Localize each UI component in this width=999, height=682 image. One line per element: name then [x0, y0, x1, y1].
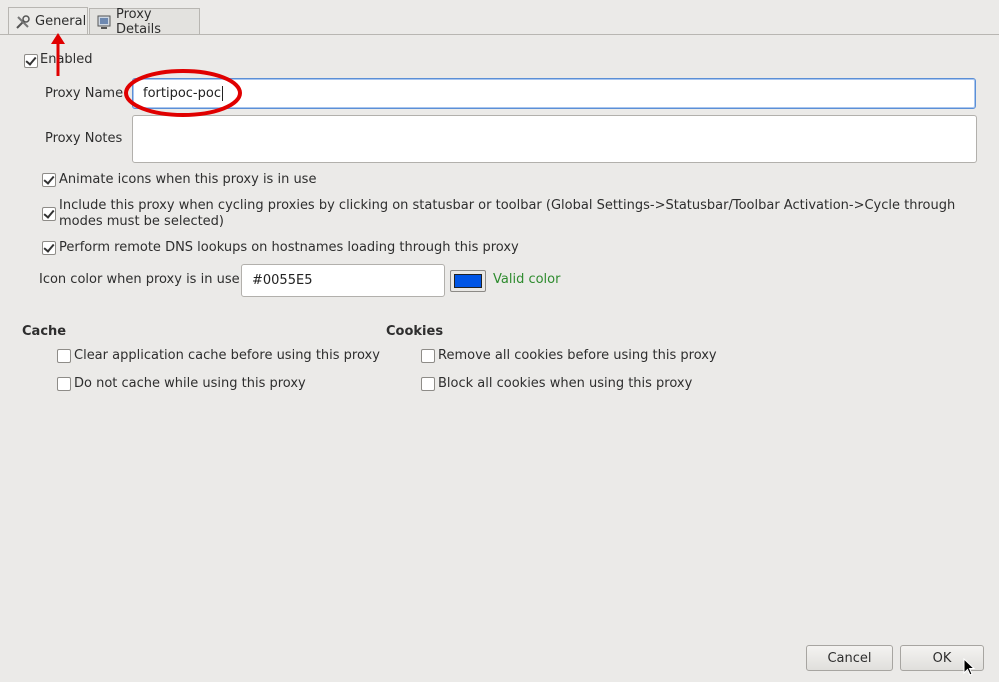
cycle-proxies-label: Include this proxy when cycling proxies … — [59, 198, 956, 229]
icon-color-value: #0055E5 — [252, 273, 313, 288]
color-picker-button[interactable] — [450, 270, 486, 292]
cycle-proxies-checkbox[interactable] — [42, 207, 56, 221]
annotation-ellipse-icon — [124, 69, 242, 117]
tab-proxy-details[interactable]: Proxy Details — [89, 6, 200, 37]
remote-dns-checkbox[interactable] — [42, 241, 56, 255]
tab-divider — [0, 34, 999, 35]
icon-color-input[interactable]: #0055E5 — [241, 264, 445, 297]
color-status-text: Valid color — [493, 272, 561, 287]
monitor-icon — [96, 14, 112, 30]
remove-cookies-label: Remove all cookies before using this pro… — [438, 348, 717, 363]
cache-section-title: Cache — [22, 324, 67, 339]
no-cache-checkbox[interactable] — [57, 377, 71, 391]
tab-label: Proxy Details — [116, 6, 162, 37]
clear-cache-label: Clear application cache before using thi… — [74, 348, 380, 363]
annotation-arrow-icon — [51, 33, 65, 76]
proxy-name-input[interactable]: fortipoc-poc — [132, 78, 976, 109]
block-cookies-checkbox[interactable] — [421, 377, 435, 391]
proxy-notes-textarea[interactable] — [132, 115, 977, 163]
block-cookies-label: Block all cookies when using this proxy — [438, 376, 693, 391]
no-cache-label: Do not cache while using this proxy — [74, 376, 306, 391]
proxy-notes-label: Proxy Notes — [45, 131, 123, 146]
enabled-checkbox[interactable] — [24, 54, 38, 68]
mouse-cursor-icon — [963, 658, 976, 676]
animate-icons-label: Animate icons when this proxy is in use — [59, 172, 317, 187]
cancel-button[interactable]: Cancel — [806, 645, 893, 671]
animate-icons-checkbox[interactable] — [42, 173, 56, 187]
remove-cookies-checkbox[interactable] — [421, 349, 435, 363]
clear-cache-checkbox[interactable] — [57, 349, 71, 363]
tab-label: General — [35, 14, 87, 29]
tools-icon — [15, 14, 31, 30]
icon-color-label: Icon color when proxy is in use — [39, 272, 240, 287]
remote-dns-label: Perform remote DNS lookups on hostnames … — [59, 240, 519, 255]
color-swatch — [454, 274, 482, 288]
proxy-name-label: Proxy Name — [45, 86, 124, 101]
cookies-section-title: Cookies — [386, 324, 444, 339]
